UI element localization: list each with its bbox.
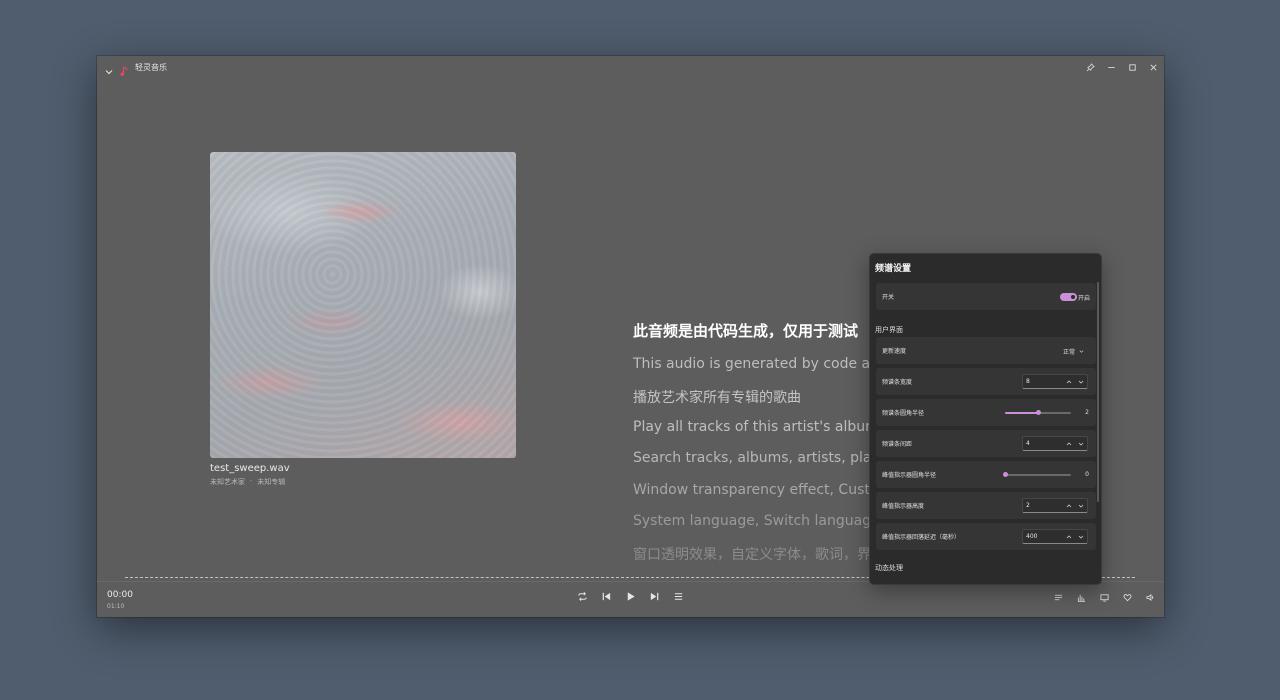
chevron-down-icon[interactable] xyxy=(1075,530,1087,543)
bar-radius-slider[interactable] xyxy=(1005,410,1071,415)
bar-width-row: 频谱条宽度 8 xyxy=(876,368,1096,395)
total-time: 01:10 xyxy=(107,603,125,610)
spectrum-toggle-row: 开关 开启 xyxy=(876,283,1096,310)
play-icon[interactable] xyxy=(624,590,636,602)
meta-separator: · xyxy=(250,477,253,485)
lyric-line-active[interactable]: 此音频是由代码生成，仅用于测试 xyxy=(633,320,858,341)
chevron-up-icon[interactable] xyxy=(1063,530,1075,543)
section-ui: 用户界面 xyxy=(875,326,903,334)
chevron-down-icon[interactable] xyxy=(1075,437,1087,450)
row-label: 频谱条宽度 xyxy=(882,379,913,386)
next-icon[interactable] xyxy=(648,590,660,602)
panel-title: 频谱设置 xyxy=(875,264,912,274)
extra-controls xyxy=(1052,591,1156,603)
current-time: 00:00 xyxy=(107,590,133,600)
pin-icon[interactable] xyxy=(1080,56,1101,78)
track-album[interactable]: 未知专辑 xyxy=(257,477,285,487)
peak-delay-stepper[interactable]: 400 xyxy=(1022,529,1088,544)
slider-thumb[interactable] xyxy=(1036,410,1041,415)
title-bar: 轻灵音乐 xyxy=(97,56,1164,78)
chevron-up-icon[interactable] xyxy=(1063,375,1075,388)
spectrum-toggle-switch[interactable] xyxy=(1060,293,1077,301)
lyrics-icon[interactable] xyxy=(1052,591,1064,603)
peak-height-stepper[interactable]: 2 xyxy=(1022,498,1088,513)
maximize-icon[interactable] xyxy=(1122,56,1143,78)
bar-spacing-row: 频谱条间距 4 xyxy=(876,430,1096,457)
track-artist[interactable]: 未知艺术家 xyxy=(210,477,245,487)
row-label: 开关 xyxy=(882,294,895,301)
slider-value: 2 xyxy=(1085,409,1089,416)
stepper-value[interactable]: 4 xyxy=(1026,440,1063,447)
panel-scrollbar[interactable] xyxy=(1097,282,1099,502)
album-cover[interactable] xyxy=(210,152,516,458)
music-note-icon xyxy=(120,62,129,76)
peak-delay-row: 峰值指示器回落延迟（毫秒） 400 xyxy=(876,523,1096,550)
row-label: 峰值指示器高度 xyxy=(882,503,925,510)
slider-fill xyxy=(1005,412,1038,414)
row-label: 峰值指示器圆角半径 xyxy=(882,472,937,479)
peak-radius-slider[interactable] xyxy=(1003,472,1071,477)
player-bar: 00:00 01:10 xyxy=(97,581,1164,617)
screen-icon[interactable] xyxy=(1098,591,1110,603)
spectrum-icon[interactable] xyxy=(1075,591,1087,603)
window-controls xyxy=(1080,56,1164,78)
section-dynamic: 动态处理 xyxy=(875,564,903,572)
spectrum-settings-panel: 频谱设置 开关 开启 用户界面 更新速度 正常 频谱条宽度 8 频谱条圆角半径 xyxy=(869,253,1102,585)
dropdown-value: 正常 xyxy=(1062,349,1075,356)
bar-radius-row: 频谱条圆角半径 2 xyxy=(876,399,1096,426)
lyric-line[interactable]: Play all tracks of this artist's albums xyxy=(633,419,886,435)
slider-value: 0 xyxy=(1085,471,1089,478)
lyric-line[interactable]: Window transparency effect, Custom f xyxy=(633,482,901,498)
heart-icon[interactable] xyxy=(1121,591,1133,603)
minimize-icon[interactable] xyxy=(1101,56,1122,78)
track-meta: 未知艺术家 · 未知专辑 xyxy=(210,477,285,487)
row-label: 峰值指示器回落延迟（毫秒） xyxy=(882,534,961,541)
peak-height-row: 峰值指示器高度 2 xyxy=(876,492,1096,519)
previous-icon[interactable] xyxy=(600,590,612,602)
chevron-up-icon[interactable] xyxy=(1063,437,1075,450)
row-label: 频谱条间距 xyxy=(882,441,913,448)
repeat-icon[interactable] xyxy=(576,590,588,602)
stepper-value[interactable]: 2 xyxy=(1026,502,1063,509)
chevron-up-icon[interactable] xyxy=(1063,499,1075,512)
bar-width-stepper[interactable]: 8 xyxy=(1022,374,1088,389)
toggle-state: 开启 xyxy=(1077,295,1090,302)
close-icon[interactable] xyxy=(1143,56,1164,78)
row-label: 更新速度 xyxy=(882,348,907,355)
bar-spacing-stepper[interactable]: 4 xyxy=(1022,436,1088,451)
stepper-value[interactable]: 400 xyxy=(1026,533,1063,540)
lyric-line[interactable]: 播放艺术家所有专辑的歌曲 xyxy=(633,387,801,407)
app-window: 轻灵音乐 test_sweep.wav 未知艺术家 · 未知专辑 此音频是由代码… xyxy=(97,56,1164,617)
chevron-down-icon[interactable] xyxy=(104,62,114,75)
playlist-icon[interactable] xyxy=(672,590,684,602)
stepper-value[interactable]: 8 xyxy=(1026,378,1063,385)
title-bar-left: 轻灵音乐 xyxy=(97,62,167,76)
update-speed-dropdown[interactable]: 正常 xyxy=(1063,347,1084,356)
peak-radius-row: 峰值指示器圆角半径 0 xyxy=(876,461,1096,488)
track-title: test_sweep.wav xyxy=(210,463,290,474)
volume-icon[interactable] xyxy=(1144,591,1156,603)
lyric-line[interactable]: This audio is generated by code and is xyxy=(633,356,904,372)
app-title: 轻灵音乐 xyxy=(135,62,167,72)
lyric-line[interactable]: 窗口透明效果，自定义字体，歌词，界面 xyxy=(633,544,885,564)
row-label: 频谱条圆角半径 xyxy=(882,410,925,417)
lyric-line[interactable]: System language, Switch language xyxy=(633,513,880,529)
chevron-down-icon[interactable] xyxy=(1075,499,1087,512)
lyric-line[interactable]: Search tracks, albums, artists, playlist… xyxy=(633,450,908,466)
chevron-down-icon[interactable] xyxy=(1075,375,1087,388)
update-speed-row: 更新速度 正常 xyxy=(876,337,1096,364)
slider-thumb[interactable] xyxy=(1003,472,1008,477)
playback-controls xyxy=(576,590,684,602)
chevron-down-icon xyxy=(1079,350,1084,353)
